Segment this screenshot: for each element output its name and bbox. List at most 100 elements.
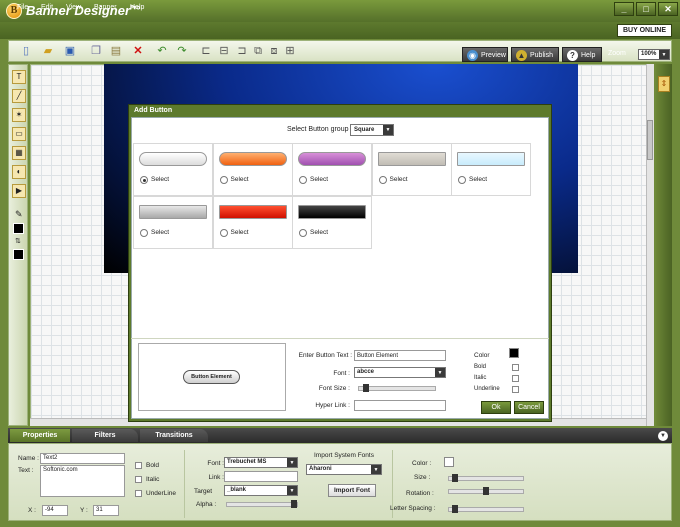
system-font-select[interactable]: Aharoni ▼ <box>306 464 382 475</box>
button-style-cell[interactable]: Select <box>292 196 372 249</box>
panel-color-swatch[interactable] <box>444 457 454 467</box>
button-style-swatch[interactable] <box>139 205 207 219</box>
maximize-button[interactable]: □ <box>636 2 656 16</box>
size-slider-thumb[interactable] <box>452 474 458 482</box>
button-style-swatch[interactable] <box>298 152 366 166</box>
ok-button[interactable]: Ok <box>481 401 511 414</box>
button-style-swatch[interactable] <box>377 152 446 166</box>
tab-transitions[interactable]: Transitions <box>140 429 208 442</box>
button-style-swatch[interactable] <box>139 152 207 166</box>
size-slider[interactable] <box>448 474 524 482</box>
button-text-input[interactable]: Button Element <box>354 350 446 361</box>
open-folder-icon[interactable]: ▰ <box>41 44 55 58</box>
button-tool-icon[interactable]: ▭ <box>12 127 26 141</box>
hyper-link-input[interactable] <box>354 400 446 411</box>
select-radio[interactable] <box>458 176 466 184</box>
swap-colors-icon[interactable]: ⇅ <box>15 237 21 245</box>
preview-button[interactable]: ◉ Preview <box>462 47 508 62</box>
menu-view[interactable]: View <box>66 4 81 11</box>
select-radio[interactable] <box>299 229 307 237</box>
y-input[interactable]: 31 <box>93 505 119 516</box>
rotation-slider-thumb[interactable] <box>483 487 489 495</box>
close-window-button[interactable]: ✕ <box>658 2 678 16</box>
font-size-slider-thumb[interactable] <box>363 384 369 392</box>
text-input[interactable]: Softonic.com <box>40 465 125 497</box>
button-style-cell[interactable]: Select <box>212 196 293 249</box>
align-left-icon[interactable]: ⊏ <box>199 44 213 58</box>
zoom-select[interactable]: 100% ▼ <box>638 49 670 60</box>
cancel-button[interactable]: Cancel <box>514 401 544 414</box>
pencil-icon[interactable]: ✎ <box>15 209 23 220</box>
new-file-icon[interactable]: ▯ <box>19 44 33 58</box>
help-button[interactable]: ? Help <box>562 47 602 62</box>
tab-filters[interactable]: Filters <box>72 429 138 442</box>
align-right-icon[interactable]: ⊐ <box>235 44 249 58</box>
button-group-select[interactable]: Square ▼ <box>350 124 394 136</box>
buy-online-button[interactable]: BUY ONLINE <box>617 24 672 37</box>
layers-icon[interactable]: ⇕ <box>658 76 670 92</box>
undo-icon[interactable]: ↶ <box>155 44 169 58</box>
color-swatch[interactable] <box>509 348 519 358</box>
align-center-icon[interactable]: ⊟ <box>217 44 231 58</box>
font-size-slider[interactable] <box>358 384 436 392</box>
save-icon[interactable]: ▣ <box>63 44 77 58</box>
shape-tool-icon[interactable]: ✶ <box>12 108 26 122</box>
font-select[interactable]: abcce ▼ <box>354 367 446 378</box>
select-radio[interactable] <box>140 176 148 184</box>
foreground-color-swatch[interactable] <box>13 223 24 234</box>
button-style-cell[interactable]: Select <box>451 143 531 196</box>
button-style-swatch[interactable] <box>218 152 287 166</box>
alpha-slider[interactable] <box>226 500 298 508</box>
image-tool-icon[interactable]: ▦ <box>12 146 26 160</box>
panel-bold-checkbox[interactable] <box>135 462 142 469</box>
effect-tool-icon[interactable]: ◐ <box>12 165 26 179</box>
panel-underline-checkbox[interactable] <box>135 490 142 497</box>
select-radio[interactable] <box>378 176 387 184</box>
alpha-slider-thumb[interactable] <box>291 500 297 508</box>
send-back-icon[interactable]: ⧈ <box>267 44 281 58</box>
line-tool-icon[interactable]: ╱ <box>12 89 26 103</box>
media-tool-icon[interactable]: ▶ <box>12 184 26 198</box>
select-radio[interactable] <box>219 176 228 184</box>
text-tool-icon[interactable]: T <box>12 70 26 84</box>
menu-banner[interactable]: Banner <box>94 4 117 11</box>
select-radio[interactable] <box>299 176 307 184</box>
button-style-swatch[interactable] <box>298 205 366 219</box>
panel-font-select[interactable]: Trebuchet MS ▼ <box>224 457 298 468</box>
letter-spacing-slider-thumb[interactable] <box>452 505 458 513</box>
collapse-panel-icon[interactable]: ▼ <box>658 431 668 441</box>
menu-file[interactable]: File <box>17 4 28 11</box>
paste-icon[interactable]: ▤ <box>109 44 123 58</box>
import-font-button[interactable]: Import Font <box>328 484 376 497</box>
bring-front-icon[interactable]: ⧉ <box>251 44 265 58</box>
group-icon[interactable]: ⊞ <box>283 44 297 58</box>
delete-icon[interactable]: ✕ <box>131 44 145 58</box>
button-style-cell[interactable]: Select <box>292 143 372 196</box>
letter-spacing-slider[interactable] <box>448 505 524 513</box>
name-input[interactable]: Text2 <box>40 453 125 464</box>
rotation-slider[interactable] <box>448 487 524 495</box>
button-style-swatch[interactable] <box>218 205 287 219</box>
redo-icon[interactable]: ↷ <box>175 44 189 58</box>
menu-edit[interactable]: Edit <box>41 4 53 11</box>
background-color-swatch[interactable] <box>13 249 24 260</box>
select-radio[interactable] <box>219 229 228 237</box>
button-style-cell[interactable]: Select <box>371 143 452 196</box>
underline-checkbox[interactable] <box>512 386 519 393</box>
vertical-scroll-thumb[interactable] <box>647 120 653 160</box>
bold-checkbox[interactable] <box>512 364 519 371</box>
publish-button[interactable]: ▲ Publish <box>511 47 559 62</box>
copy-icon[interactable]: ❐ <box>89 44 103 58</box>
target-select[interactable]: _blank ▼ <box>224 485 298 496</box>
menu-help[interactable]: Help <box>130 4 144 11</box>
link-input[interactable] <box>224 471 298 482</box>
tab-properties[interactable]: Properties <box>10 429 70 442</box>
button-style-swatch[interactable] <box>457 152 525 166</box>
minimize-button[interactable]: _ <box>614 2 634 16</box>
panel-italic-checkbox[interactable] <box>135 476 142 483</box>
button-style-cell[interactable]: Select <box>133 143 213 196</box>
italic-checkbox[interactable] <box>512 375 519 382</box>
button-style-cell[interactable]: Select <box>212 143 293 196</box>
x-input[interactable]: -94 <box>42 505 68 516</box>
button-style-cell[interactable]: Select <box>133 196 213 249</box>
